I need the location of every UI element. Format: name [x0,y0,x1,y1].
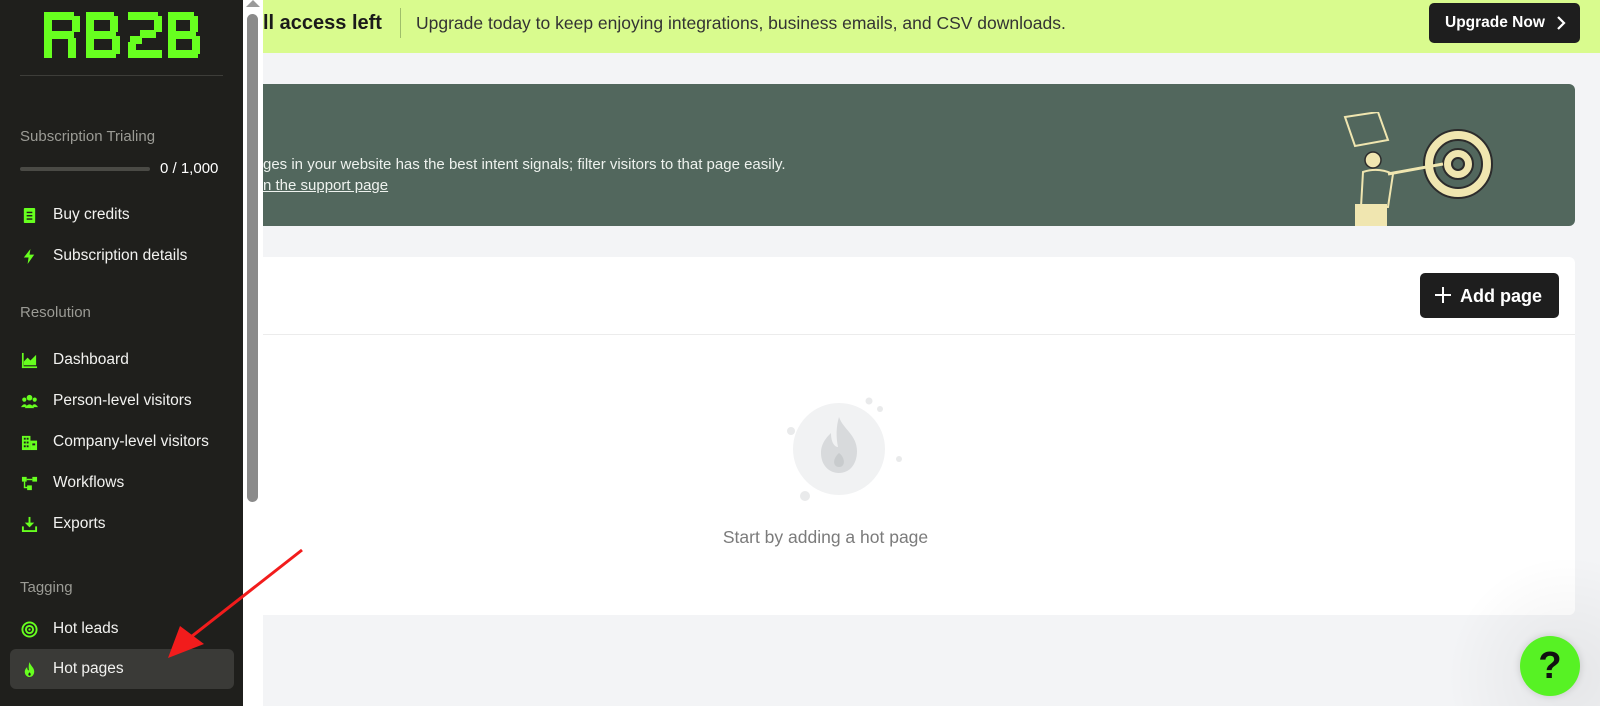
banner-message: Upgrade today to keep enjoying integrati… [416,13,1066,33]
chevron-right-icon [1557,16,1566,30]
flame-icon [20,660,38,678]
sidebar-item-subscription-details[interactable]: Subscription details [10,236,234,276]
sidebar-item-label: Company-level visitors [53,433,209,450]
credits-progress-bar [20,167,150,171]
workflow-icon [20,474,38,492]
sidebar-item-dashboard[interactable]: Dashboard [10,340,234,380]
sidebar-item-person-level-visitors[interactable]: Person-level visitors [10,381,234,421]
sidebar-item-label: Exports [53,515,106,532]
sidebar-item-label: Buy credits [53,206,130,223]
sidebar-item-label: Hot pages [53,660,124,677]
add-page-label: Add page [1460,286,1543,306]
sidebar-item-exports[interactable]: Exports [10,504,234,544]
help-question-icon: ? [1538,644,1562,687]
sidebar-item-label: Hot leads [53,620,119,637]
sidebar-item-hot-pages[interactable]: Hot pages [10,649,234,689]
target-illustration-icon [1343,112,1493,226]
upgrade-button-label: Upgrade Now [1445,14,1545,31]
sidebar-item-label: Workflows [53,474,125,491]
hot-pages-card: Add page Start by adding a hot page [263,257,1575,615]
help-button[interactable]: ? [1520,636,1580,696]
subscription-status-label: Subscription Trialing [20,128,156,145]
sidebar-item-label: Dashboard [53,351,129,368]
help-glow [1440,560,1600,706]
banner-title: ll access left [263,12,382,34]
sidebar-item-workflows[interactable]: Workflows [10,463,234,503]
support-page-link[interactable]: n the support page [263,177,388,194]
info-description: ges in your website has the best intent … [263,156,786,173]
sidebar-item-hot-leads[interactable]: Hot leads [10,609,234,649]
credits-count: 0 / 1,000 [160,160,219,177]
sidebar-item-buy-credits[interactable]: Buy credits [10,195,234,235]
scroll-up-arrow-icon[interactable] [246,0,260,7]
rb2b-logo[interactable] [44,12,200,58]
sidebar-item-label: Person-level visitors [53,392,192,409]
download-icon [20,515,38,533]
banner-divider [400,8,401,38]
building-icon [20,433,38,451]
users-icon [20,392,38,410]
add-page-button[interactable]: Add page [1420,273,1559,318]
upgrade-now-button[interactable]: Upgrade Now [1429,3,1580,43]
empty-state-message: Start by adding a hot page [722,527,929,547]
empty-state-flame-icon [787,397,902,501]
receipt-icon [20,206,38,224]
logo-divider [20,75,223,76]
target-icon [20,620,38,638]
chart-icon [20,351,38,369]
hot-pages-info-card: ges in your website has the best intent … [263,84,1575,226]
plus-icon [1435,287,1451,303]
section-label-resolution: Resolution [20,304,91,321]
lightning-icon [20,247,38,265]
sidebar-scrollbar-thumb[interactable] [247,14,258,502]
section-label-tagging: Tagging [20,579,73,596]
sidebar-item-label: Subscription details [53,247,188,264]
card-header-divider [263,334,1575,335]
sidebar-item-company-level-visitors[interactable]: Company-level visitors [10,422,234,462]
sidebar: Subscription Trialing 0 / 1,000 Buy cred… [0,0,243,706]
